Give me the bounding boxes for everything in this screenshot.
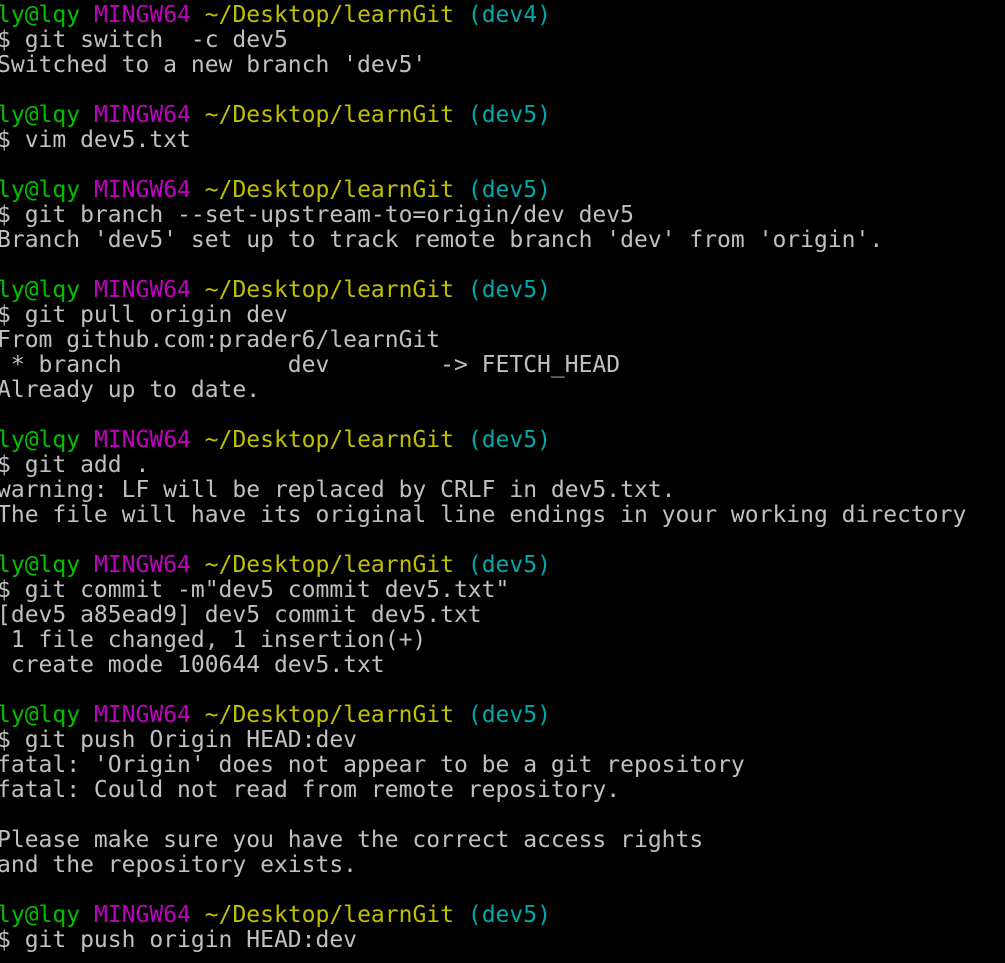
- prompt-user: ly@lqy: [0, 427, 81, 453]
- output-line: fatal: 'Origin' does not appear to be a …: [0, 752, 745, 778]
- prompt-branch: (dev5): [467, 277, 551, 303]
- prompt-path: ~/Desktop/learnGit: [204, 902, 454, 928]
- prompt-host: MINGW64: [93, 552, 191, 578]
- command-line[interactable]: $ git branch --set-upstream-to=origin/de…: [0, 203, 1005, 228]
- prompt-path: ~/Desktop/learnGit: [204, 552, 454, 578]
- prompt-path: ~/Desktop/learnGit: [204, 102, 454, 128]
- prompt-host: MINGW64: [93, 277, 191, 303]
- prompt-branch: (dev5): [467, 902, 551, 928]
- command-line[interactable]: $ git push origin HEAD:dev: [0, 928, 1005, 953]
- command-line[interactable]: $ git switch -c dev5: [0, 28, 1005, 53]
- prompt-path: ~/Desktop/learnGit: [204, 427, 454, 453]
- output-line: The file will have its original line end…: [0, 502, 967, 528]
- prompt-line: ly@lqy MINGW64 ~/Desktop/learnGit (dev4): [0, 3, 1005, 28]
- prompt-user: ly@lqy: [0, 277, 81, 303]
- prompt-user: ly@lqy: [0, 902, 81, 928]
- command-line[interactable]: $ git pull origin dev: [0, 303, 1005, 328]
- output-line: Branch 'dev5' set up to track remote bra…: [0, 227, 884, 253]
- prompt-user: ly@lqy: [0, 177, 81, 203]
- output-line: Please make sure you have the correct ac…: [0, 827, 704, 853]
- command-line[interactable]: $ git push Origin HEAD:dev: [0, 728, 1005, 753]
- prompt-branch: (dev5): [467, 702, 551, 728]
- command-line[interactable]: $ git commit -m"dev5 commit dev5.txt": [0, 578, 1005, 603]
- prompt-host: MINGW64: [93, 702, 191, 728]
- output-line: * branch dev -> FETCH_HEAD: [0, 352, 621, 378]
- prompt-user: ly@lqy: [0, 2, 81, 28]
- prompt-branch: (dev5): [467, 552, 551, 578]
- output-line: 1 file changed, 1 insertion(+): [0, 627, 427, 653]
- prompt-line: ly@lqy MINGW64 ~/Desktop/learnGit (dev5): [0, 553, 1005, 578]
- command-line[interactable]: $ vim dev5.txt: [0, 128, 1005, 153]
- prompt-host: MINGW64: [93, 177, 191, 203]
- output-line: fatal: Could not read from remote reposi…: [0, 777, 621, 803]
- prompt-path: ~/Desktop/learnGit: [204, 702, 454, 728]
- prompt-line: ly@lqy MINGW64 ~/Desktop/learnGit (dev5): [0, 428, 1005, 453]
- prompt-user: ly@lqy: [0, 552, 81, 578]
- prompt-host: MINGW64: [93, 2, 191, 28]
- output-line: Switched to a new branch 'dev5': [0, 52, 427, 78]
- prompt-host: MINGW64: [93, 102, 191, 128]
- prompt-host: MINGW64: [93, 902, 191, 928]
- output-line: create mode 100644 dev5.txt: [0, 652, 385, 678]
- prompt-line: ly@lqy MINGW64 ~/Desktop/learnGit (dev5): [0, 278, 1005, 303]
- output-line: [dev5 a85ead9] dev5 commit dev5.txt: [0, 602, 482, 628]
- prompt-host: MINGW64: [93, 427, 191, 453]
- prompt-branch: (dev5): [467, 427, 551, 453]
- prompt-branch: (dev4): [467, 2, 551, 28]
- prompt-path: ~/Desktop/learnGit: [204, 177, 454, 203]
- command-line[interactable]: $ git add .: [0, 453, 1005, 478]
- prompt-branch: (dev5): [467, 177, 551, 203]
- prompt-user: ly@lqy: [0, 702, 81, 728]
- output-line: and the repository exists.: [0, 852, 358, 878]
- output-line: From github.com:prader6/learnGit: [0, 327, 441, 353]
- prompt-line: ly@lqy MINGW64 ~/Desktop/learnGit (dev5): [0, 103, 1005, 128]
- terminal-window[interactable]: ly@lqy MINGW64 ~/Desktop/learnGit (dev4)…: [0, 0, 1005, 963]
- output-line: warning: LF will be replaced by CRLF in …: [0, 477, 676, 503]
- prompt-path: ~/Desktop/learnGit: [204, 277, 454, 303]
- prompt-line: ly@lqy MINGW64 ~/Desktop/learnGit (dev5): [0, 703, 1005, 728]
- prompt-line: ly@lqy MINGW64 ~/Desktop/learnGit (dev5): [0, 903, 1005, 928]
- prompt-path: ~/Desktop/learnGit: [204, 2, 454, 28]
- output-line: Already up to date.: [0, 377, 261, 403]
- prompt-user: ly@lqy: [0, 102, 81, 128]
- prompt-line: ly@lqy MINGW64 ~/Desktop/learnGit (dev5): [0, 178, 1005, 203]
- prompt-branch: (dev5): [467, 102, 551, 128]
